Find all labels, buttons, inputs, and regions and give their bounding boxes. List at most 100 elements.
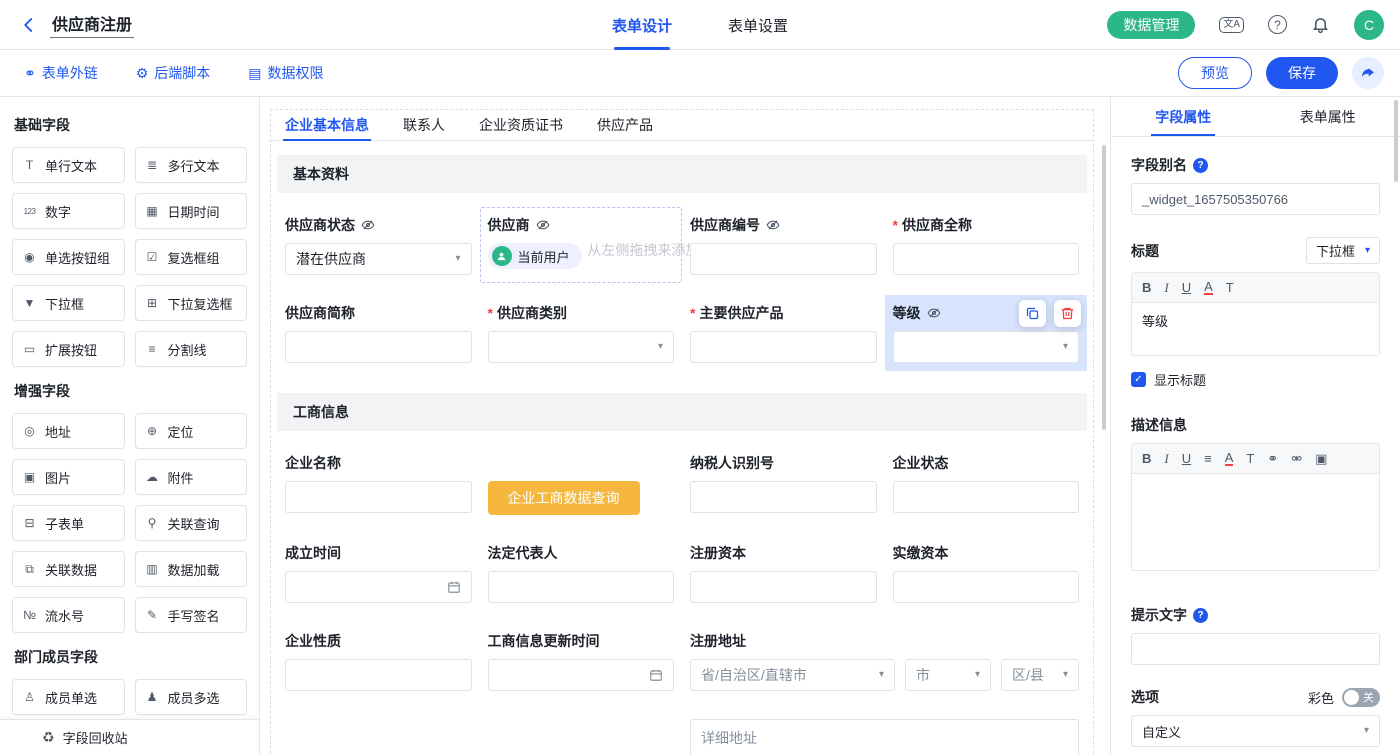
supplier-category-select[interactable]: ▾ (488, 331, 675, 363)
data-permission-button[interactable]: ▤ 数据权限 (248, 63, 323, 83)
sidebar-item-related-data[interactable]: ⧉关联数据 (12, 551, 125, 587)
help-icon[interactable]: ? (1193, 158, 1208, 173)
registered-capital-input[interactable] (690, 571, 877, 603)
widget-company-name[interactable]: 企业名称 (277, 445, 480, 523)
widget-company-nature[interactable]: 企业性质 (277, 623, 480, 699)
widget-type-select[interactable]: 下拉框 ▾ (1306, 237, 1380, 264)
sidebar-item-serial-number[interactable]: №流水号 (12, 597, 125, 633)
insert-image-icon[interactable]: ▣ (1315, 452, 1327, 465)
font-size-icon[interactable]: T (1226, 281, 1234, 294)
sidebar-item-related-query[interactable]: ⚲关联查询 (135, 505, 248, 541)
widget-company-status[interactable]: 企业状态 (885, 445, 1088, 523)
sidebar-item-subform[interactable]: ⊟子表单 (12, 505, 125, 541)
tab-qualification-certs[interactable]: 企业资质证书 (477, 110, 565, 140)
widget-established-date[interactable]: 成立时间 (277, 535, 480, 611)
help-icon[interactable]: ? (1193, 608, 1208, 623)
company-name-input[interactable] (285, 481, 472, 513)
biz-update-time-input[interactable] (488, 659, 675, 691)
form-external-link-button[interactable]: ⚭ 表单外链 (24, 63, 98, 83)
sidebar-item-number[interactable]: 123数字 (12, 193, 125, 229)
widget-address-detail[interactable]: 详细地址 (682, 711, 1087, 755)
sidebar-item-checkbox-group[interactable]: ☑复选框组 (135, 239, 248, 275)
supplier-status-select[interactable]: 潜在供应商▾ (285, 243, 472, 275)
backend-script-button[interactable]: ⚙ 后端脚本 (136, 63, 211, 83)
align-icon[interactable]: ≡ (1204, 452, 1212, 465)
font-color-icon[interactable]: A (1204, 280, 1213, 295)
data-manage-button[interactable]: 数据管理 (1107, 11, 1195, 39)
back-button[interactable] (18, 14, 40, 36)
notification-bell-icon[interactable] (1311, 15, 1330, 34)
remove-link-icon[interactable]: ⚮ (1291, 452, 1302, 465)
sidebar-item-data-load[interactable]: ▥数据加载 (135, 551, 248, 587)
field-alias-input[interactable]: _widget_1657505350766 (1131, 183, 1380, 215)
tab-form-design[interactable]: 表单设计 (612, 0, 672, 50)
company-nature-input[interactable] (285, 659, 472, 691)
province-select[interactable]: 省/自治区/直辖市▾ (690, 659, 895, 691)
tab-field-properties[interactable]: 字段属性 (1111, 97, 1256, 136)
bold-icon[interactable]: B (1142, 452, 1151, 465)
widget-supplier-status[interactable]: 供应商状态 潜在供应商▾ (277, 207, 480, 283)
sidebar-item-divider[interactable]: ≡分割线 (135, 331, 248, 367)
show-title-checkbox[interactable]: ✓ (1131, 372, 1146, 387)
address-detail-textarea[interactable]: 详细地址 (690, 719, 1079, 755)
help-icon[interactable]: ? (1268, 15, 1287, 34)
taxpayer-id-input[interactable] (690, 481, 877, 513)
widget-grade[interactable]: 等级 ▾ (885, 295, 1088, 371)
sidebar-item-multi-line-text[interactable]: ≣多行文本 (135, 147, 248, 183)
share-button[interactable] (1352, 57, 1384, 89)
description-editor-content[interactable] (1132, 474, 1379, 570)
main-products-input[interactable] (690, 331, 877, 363)
window-scrollbar[interactable] (1394, 100, 1398, 182)
city-select[interactable]: 市▾ (905, 659, 991, 691)
sidebar-item-dropdown-multi[interactable]: ⊞下拉复选框 (135, 285, 248, 321)
insert-link-icon[interactable]: ⚭ (1267, 452, 1278, 465)
canvas-scrollbar[interactable] (1102, 145, 1106, 430)
sidebar-item-attachment[interactable]: ☁附件 (135, 459, 248, 495)
legal-person-input[interactable] (488, 571, 675, 603)
sidebar-item-address[interactable]: ◎地址 (12, 413, 125, 449)
sidebar-item-extension-button[interactable]: ▭扩展按钮 (12, 331, 125, 367)
sidebar-item-image[interactable]: ▣图片 (12, 459, 125, 495)
widget-supplier-category[interactable]: *供应商类别 ▾ (480, 295, 683, 371)
section-header-basic[interactable]: 基本资料 (277, 155, 1087, 193)
biz-data-query-button[interactable]: 企业工商数据查询 (488, 481, 640, 515)
grade-select[interactable]: ▾ (893, 331, 1080, 363)
company-status-input[interactable] (893, 481, 1080, 513)
widget-supplier-no[interactable]: 供应商编号 (682, 207, 885, 283)
italic-icon[interactable]: I (1164, 452, 1168, 465)
options-source-select[interactable]: 自定义 ▾ (1131, 715, 1380, 747)
widget-taxpayer-id[interactable]: 纳税人识别号 (682, 445, 885, 523)
sidebar-item-single-line-text[interactable]: T单行文本 (12, 147, 125, 183)
widget-legal-person[interactable]: 法定代表人 (480, 535, 683, 611)
sidebar-item-dropdown[interactable]: ▼下拉框 (12, 285, 125, 321)
delete-widget-button[interactable] (1054, 300, 1081, 327)
title-editor-content[interactable]: 等级 (1132, 303, 1379, 355)
widget-main-products[interactable]: *主要供应产品 (682, 295, 885, 371)
tab-contacts[interactable]: 联系人 (401, 110, 447, 140)
supplier-fullname-input[interactable] (893, 243, 1080, 275)
tab-supply-products[interactable]: 供应产品 (595, 110, 655, 140)
widget-registered-address[interactable]: 注册地址 省/自治区/直辖市▾ 市▾ 区/县▾ (682, 623, 1087, 699)
widget-paidin-capital[interactable]: 实缴资本 (885, 535, 1088, 611)
sidebar-item-location[interactable]: ⊕定位 (135, 413, 248, 449)
current-user-tag[interactable]: 当前用户 (488, 243, 582, 269)
save-button[interactable]: 保存 (1266, 57, 1338, 89)
sidebar-item-member-single[interactable]: ♙成员单选 (12, 679, 125, 715)
tab-company-basic-info[interactable]: 企业基本信息 (283, 110, 371, 140)
widget-biz-query-button[interactable]: 企业工商数据查询 (480, 445, 683, 523)
district-select[interactable]: 区/县▾ (1001, 659, 1079, 691)
preview-button[interactable]: 预览 (1178, 57, 1252, 89)
supplier-no-input[interactable] (690, 243, 877, 275)
font-size-icon[interactable]: T (1246, 452, 1254, 465)
color-toggle-switch[interactable]: 关 (1342, 688, 1380, 707)
sidebar-item-datetime[interactable]: ▦日期时间 (135, 193, 248, 229)
widget-supplier[interactable]: 供应商 当前用户 (480, 207, 683, 283)
established-date-input[interactable] (285, 571, 472, 603)
section-header-business[interactable]: 工商信息 (277, 393, 1087, 431)
widget-registered-capital[interactable]: 注册资本 (682, 535, 885, 611)
widget-biz-update-time[interactable]: 工商信息更新时间 (480, 623, 683, 699)
field-recycle-bin[interactable]: ♻ 字段回收站 (0, 719, 259, 755)
tab-form-properties[interactable]: 表单属性 (1256, 97, 1400, 136)
font-color-icon[interactable]: A (1225, 451, 1234, 466)
translate-icon[interactable]: 文A (1219, 17, 1244, 33)
